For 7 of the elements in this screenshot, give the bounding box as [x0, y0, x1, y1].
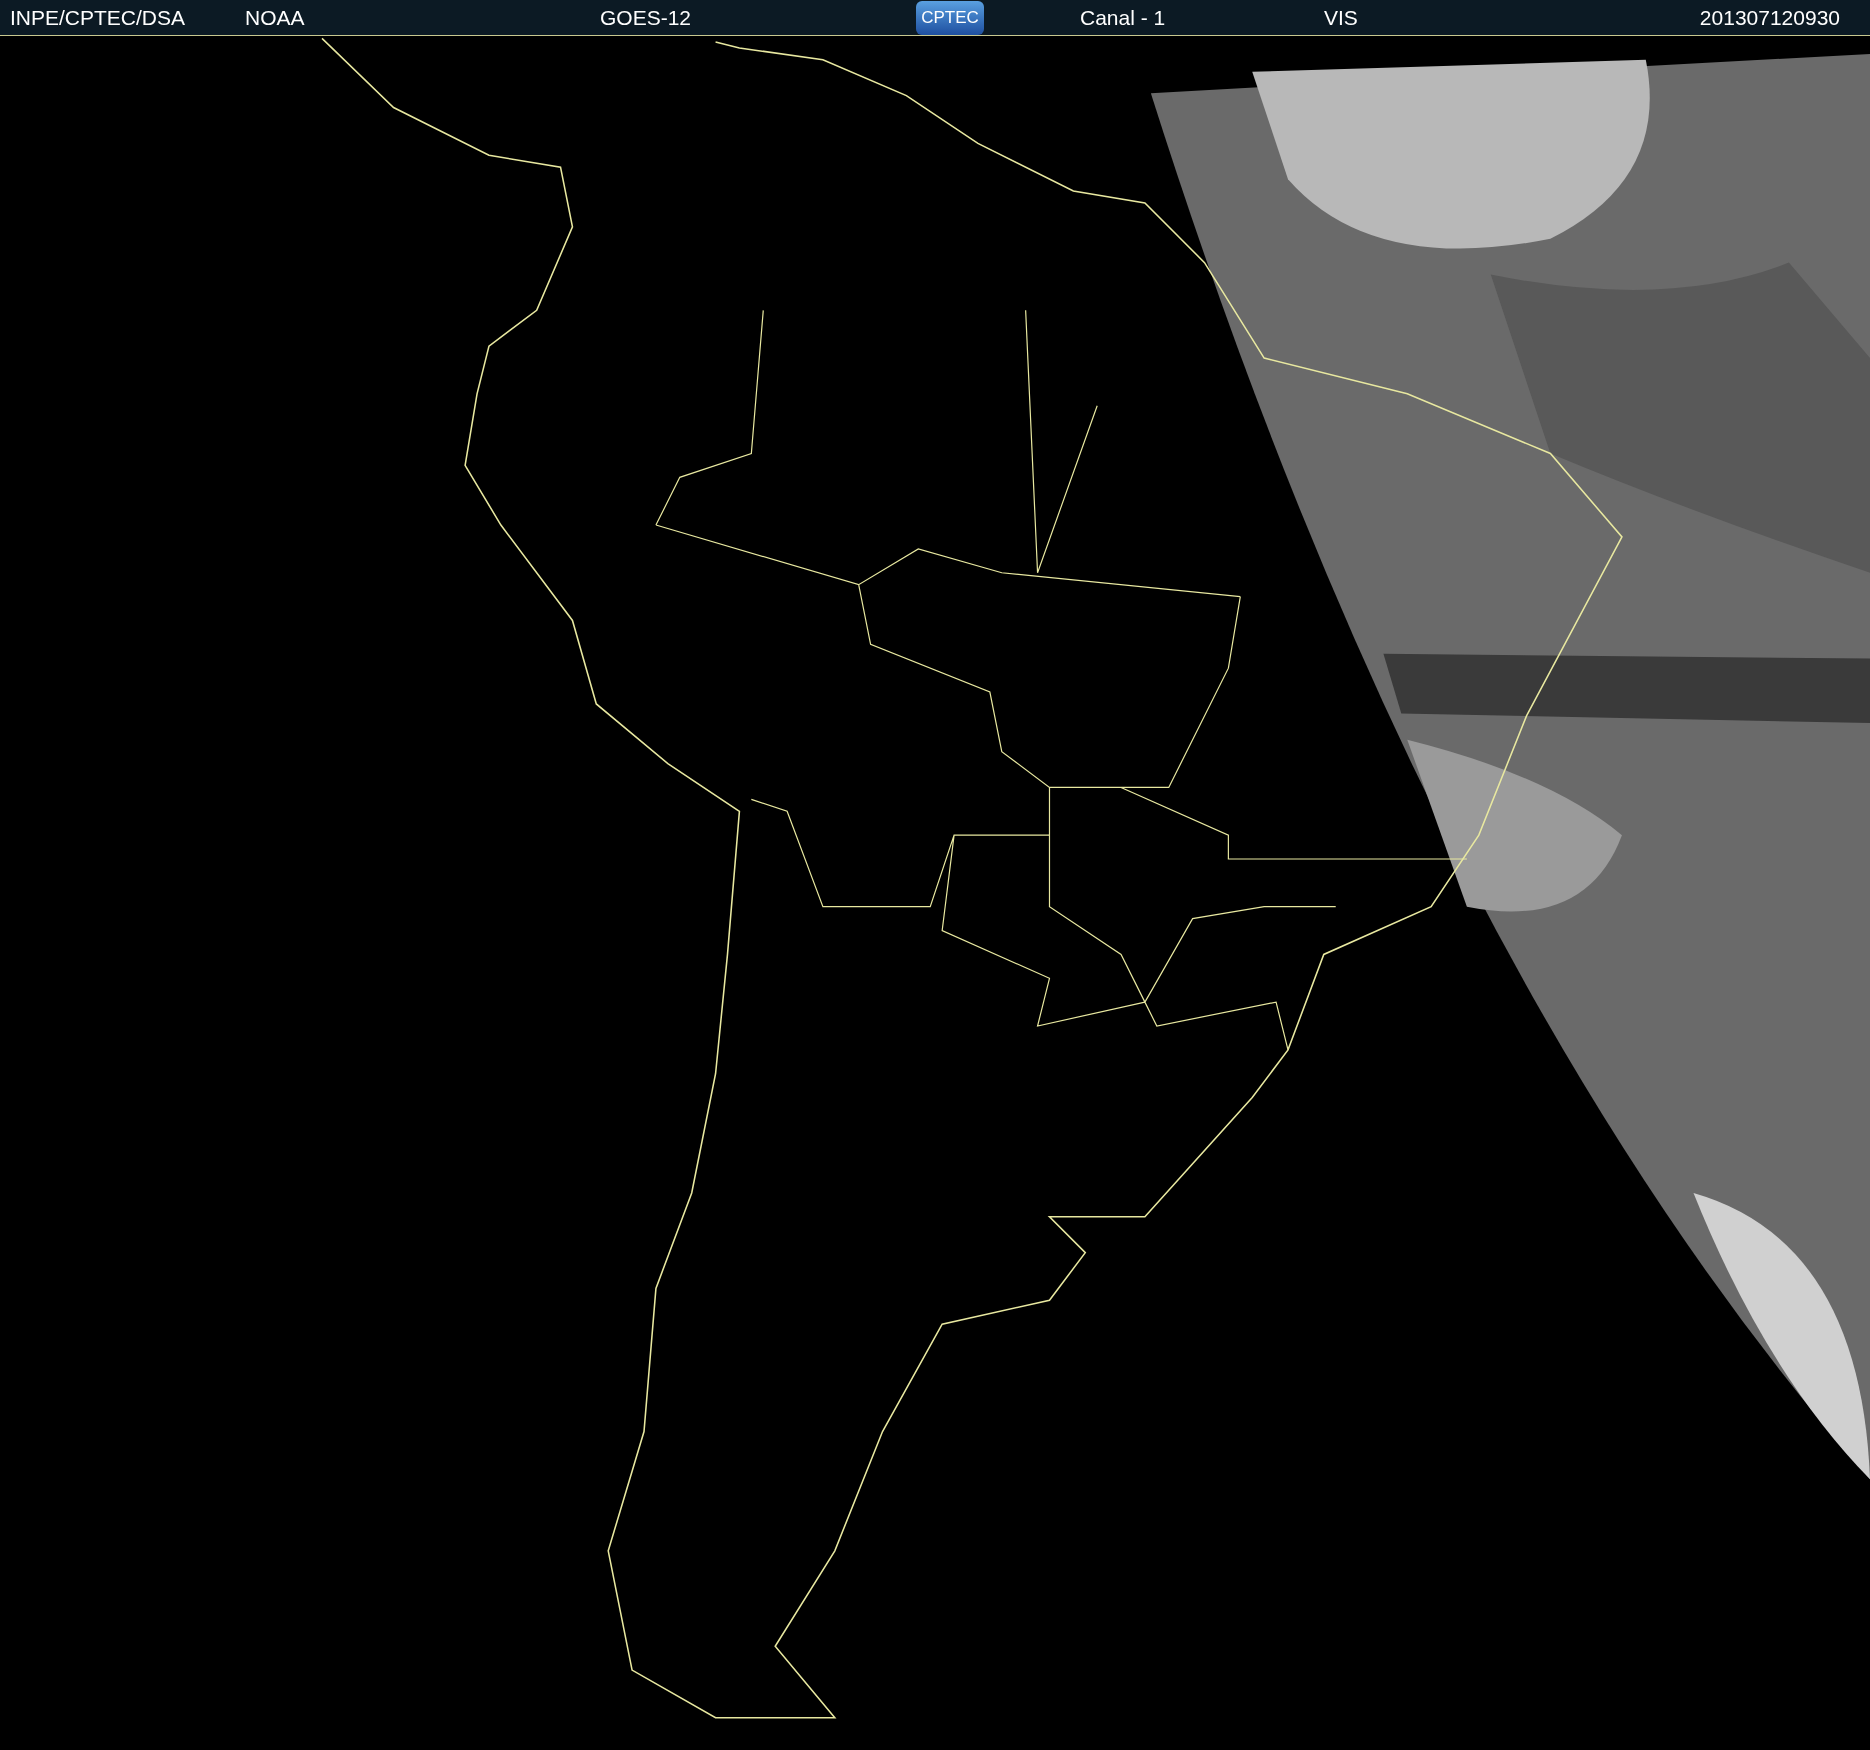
logo: CPTEC [916, 0, 984, 35]
channel-label: Canal - 1 [1080, 4, 1167, 31]
source-label: INPE/CPTEC/DSA [10, 4, 187, 31]
timestamp-label: 201307120930 [1699, 4, 1840, 31]
band-label: VIS [1324, 4, 1359, 31]
agency-label: NOAA [245, 4, 306, 31]
satellite-label: GOES-12 [600, 4, 693, 31]
